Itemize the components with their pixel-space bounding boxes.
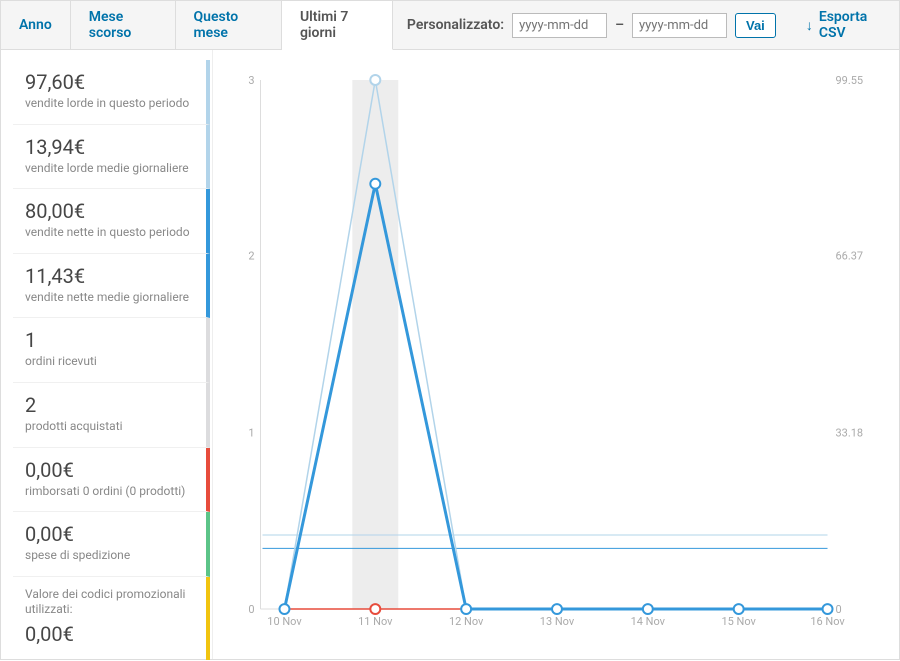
stat-value: 0,00€ [25, 622, 200, 646]
go-button[interactable]: Vai [735, 13, 776, 38]
sales-chart: 0 1 2 3 0 33.18 66.37 99.55 10 Nov 11 No… [229, 70, 875, 643]
stats-sidebar: 97,60€ vendite lorde in questo periodo 1… [1, 50, 213, 659]
report-tabs: Anno Mese scorso Questo mese Ultimi 7 gi… [0, 0, 900, 50]
highlight-band [352, 80, 398, 609]
stat-label: vendite nette medie giornaliere [25, 290, 200, 306]
stat-label: Valore dei codici promozionali utilizzat… [25, 587, 200, 618]
tab-year[interactable]: Anno [1, 1, 71, 49]
export-label: Esporta CSV [819, 9, 883, 41]
stat-net-daily[interactable]: 11,43€ vendite nette medie giornaliere [13, 254, 210, 319]
y-tick-l-3: 3 [248, 74, 254, 87]
x-cat-0: 10 Nov [267, 615, 302, 628]
x-cat-5: 15 Nov [721, 615, 756, 628]
stat-value: 13,94€ [25, 135, 200, 159]
stat-label: rimborsati 0 ordini (0 prodotti) [25, 484, 200, 500]
stat-value: 97,60€ [25, 70, 200, 94]
stat-value: 1 [25, 328, 200, 352]
stat-gross-sales[interactable]: 97,60€ vendite lorde in questo periodo [13, 60, 210, 125]
download-icon: ↓ [806, 17, 813, 34]
range-separator: – [615, 17, 624, 33]
x-cat-2: 12 Nov [449, 615, 484, 628]
y-tick-r-3: 99.55 [836, 74, 864, 87]
tab-last-month[interactable]: Mese scorso [71, 1, 176, 49]
stat-items[interactable]: 2 prodotti acquistati [13, 383, 210, 448]
stat-shipping[interactable]: 0,00€ spese di spedizione [13, 512, 210, 577]
chart-area: 0 1 2 3 0 33.18 66.37 99.55 10 Nov 11 No… [213, 50, 899, 659]
stat-value: 0,00€ [25, 522, 200, 546]
stat-label: spese di spedizione [25, 548, 200, 564]
x-cat-6: 16 Nov [810, 615, 845, 628]
stat-label: vendite lorde medie giornaliere [25, 161, 200, 177]
tab-this-month[interactable]: Questo mese [176, 1, 282, 49]
tab-last-7-days[interactable]: Ultimi 7 giorni [282, 1, 393, 50]
y-tick-r-2: 66.37 [836, 250, 864, 263]
stat-refunds[interactable]: 0,00€ rimborsati 0 ordini (0 prodotti) [13, 448, 210, 513]
marker-orders-peak [370, 75, 380, 85]
stat-net-sales[interactable]: 80,00€ vendite nette in questo periodo [13, 189, 210, 254]
stat-label: vendite lorde in questo periodo [25, 96, 200, 112]
marker-net-peak [370, 179, 380, 189]
custom-range-group: Personalizzato: – Vai [393, 1, 790, 49]
date-to-input[interactable] [632, 13, 727, 38]
stat-label: vendite nette in questo periodo [25, 225, 200, 241]
y-tick-l-2: 2 [248, 250, 254, 263]
x-cat-4: 14 Nov [631, 615, 666, 628]
custom-range-label: Personalizzato: [407, 17, 504, 33]
x-cat-1: 11 Nov [358, 615, 393, 628]
stat-label: ordini ricevuti [25, 354, 200, 370]
y-tick-l-0: 0 [248, 603, 254, 616]
stat-value: 2 [25, 393, 200, 417]
stat-coupons[interactable]: Valore dei codici promozionali utilizzat… [13, 577, 210, 660]
stat-value: 80,00€ [25, 199, 200, 223]
y-tick-r-1: 33.18 [836, 426, 864, 439]
stat-value: 0,00€ [25, 458, 200, 482]
stat-gross-daily[interactable]: 13,94€ vendite lorde medie giornaliere [13, 125, 210, 190]
export-csv-link[interactable]: ↓ Esporta CSV [790, 1, 899, 49]
stat-value: 11,43€ [25, 264, 200, 288]
date-from-input[interactable] [512, 13, 607, 38]
report-body: 97,60€ vendite lorde in questo periodo 1… [0, 50, 900, 660]
stat-label: prodotti acquistati [25, 419, 200, 435]
y-tick-l-1: 1 [248, 426, 254, 439]
x-cat-3: 13 Nov [540, 615, 575, 628]
stat-orders[interactable]: 1 ordini ricevuti [13, 318, 210, 383]
